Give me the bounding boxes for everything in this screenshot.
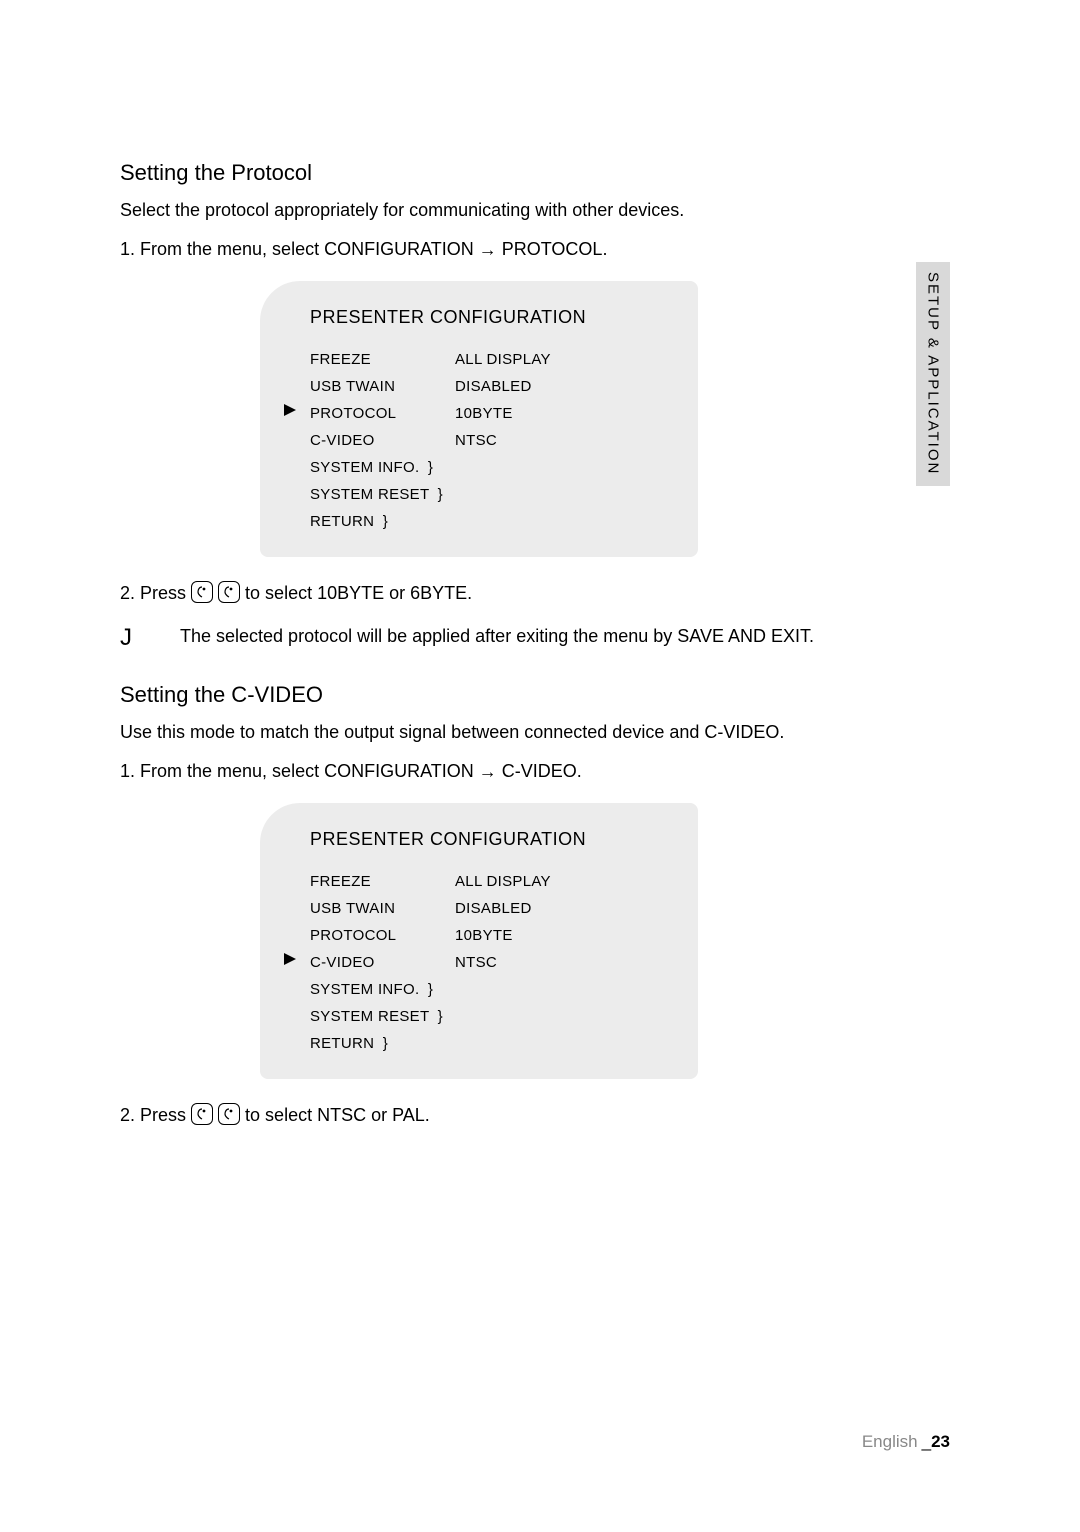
menu-value: [455, 513, 668, 530]
menu-label: SYSTEM INFO. }: [310, 459, 455, 476]
menu-screenshot-cvideo: PRESENTER CONFIGURATION FREEZEALL DISPLA…: [260, 803, 910, 1079]
menu-value: 10BYTE: [455, 405, 668, 422]
menu-row: SYSTEM RESET }: [310, 1003, 668, 1030]
menu-screenshot-protocol: PRESENTER CONFIGURATION FREEZEALL DISPLA…: [260, 281, 910, 557]
selection-pointer-icon: [282, 402, 298, 418]
menu-title: PRESENTER CONFIGURATION: [310, 307, 668, 328]
cvideo-step-2: 2. Press to select NTSC or PAL.: [120, 1103, 910, 1128]
direction-key-icon: [191, 581, 213, 603]
menu-value: [455, 1008, 668, 1025]
arrow-right-icon: →: [479, 240, 497, 260]
direction-key-icon: [218, 1103, 240, 1125]
note-text: The selected protocol will be applied af…: [180, 624, 814, 649]
menu-row: C-VIDEONTSC: [310, 949, 668, 976]
menu-label: USB TWAIN: [310, 378, 455, 395]
menu-row: RETURN }: [310, 1030, 668, 1057]
menu-row: USB TWAINDISABLED: [310, 895, 668, 922]
menu-label: RETURN }: [310, 1035, 455, 1052]
menu-row: FREEZEALL DISPLAY: [310, 868, 668, 895]
menu-label: SYSTEM INFO. }: [310, 981, 455, 998]
menu-row: PROTOCOL10BYTE: [310, 922, 668, 949]
heading-cvideo: Setting the C-VIDEO: [120, 682, 910, 708]
menu-value: [455, 459, 668, 476]
menu-row: PROTOCOL10BYTE: [310, 400, 668, 427]
menu-value: ALL DISPLAY: [455, 873, 668, 890]
menu-value: ALL DISPLAY: [455, 351, 668, 368]
page-footer: English_23: [862, 1432, 950, 1452]
menu-box: PRESENTER CONFIGURATION FREEZEALL DISPLA…: [260, 803, 698, 1079]
menu-row: SYSTEM RESET }: [310, 481, 668, 508]
menu-row: SYSTEM INFO. }: [310, 454, 668, 481]
direction-key-icon: [218, 581, 240, 603]
menu-row: USB TWAINDISABLED: [310, 373, 668, 400]
step-text: C-VIDEO.: [497, 761, 582, 781]
note-row: J The selected protocol will be applied …: [120, 624, 910, 652]
intro-cvideo: Use this mode to match the output signal…: [120, 720, 910, 745]
menu-label: FREEZE: [310, 873, 455, 890]
menu-row: FREEZEALL DISPLAY: [310, 346, 668, 373]
menu-label: C-VIDEO: [310, 432, 455, 449]
arrow-right-icon: →: [479, 762, 497, 782]
menu-row: C-VIDEONTSC: [310, 427, 668, 454]
menu-label: PROTOCOL: [310, 405, 455, 422]
step-text: to select NTSC or PAL.: [240, 1105, 430, 1125]
menu-label: RETURN }: [310, 513, 455, 530]
protocol-step-2: 2. Press to select 10BYTE or 6BYTE.: [120, 581, 910, 606]
section-tab-label: SETUP & APPLICATION: [925, 272, 942, 475]
cvideo-step-1: 1. From the menu, select CONFIGURATION →…: [120, 759, 910, 785]
menu-row: SYSTEM INFO. }: [310, 976, 668, 1003]
step-text: to select 10BYTE or 6BYTE.: [240, 583, 472, 603]
note-icon: J: [120, 624, 140, 652]
menu-value: 10BYTE: [455, 927, 668, 944]
menu-label: FREEZE: [310, 351, 455, 368]
menu-value: [455, 1035, 668, 1052]
footer-page-number: 23: [931, 1432, 950, 1451]
menu-label: SYSTEM RESET }: [310, 1008, 455, 1025]
step-text: 1. From the menu, select CONFIGURATION: [120, 239, 479, 259]
step-text: PROTOCOL.: [497, 239, 608, 259]
heading-protocol: Setting the Protocol: [120, 160, 910, 186]
page-content: Setting the Protocol Select the protocol…: [120, 160, 910, 1146]
menu-label: USB TWAIN: [310, 900, 455, 917]
selection-pointer-icon: [282, 951, 298, 967]
menu-title: PRESENTER CONFIGURATION: [310, 829, 668, 850]
menu-label: PROTOCOL: [310, 927, 455, 944]
section-tab: SETUP & APPLICATION: [916, 262, 950, 486]
intro-protocol: Select the protocol appropriately for co…: [120, 198, 910, 223]
step-text: 2. Press: [120, 583, 191, 603]
menu-value: NTSC: [455, 432, 668, 449]
direction-key-icon: [191, 1103, 213, 1125]
step-text: 1. From the menu, select CONFIGURATION: [120, 761, 479, 781]
menu-box: PRESENTER CONFIGURATION FREEZEALL DISPLA…: [260, 281, 698, 557]
step-text: 2. Press: [120, 1105, 191, 1125]
menu-label: C-VIDEO: [310, 954, 455, 971]
menu-value: [455, 981, 668, 998]
menu-label: SYSTEM RESET }: [310, 486, 455, 503]
footer-sep: _: [922, 1432, 931, 1451]
protocol-step-1: 1. From the menu, select CONFIGURATION →…: [120, 237, 910, 263]
menu-value: [455, 486, 668, 503]
menu-row: RETURN }: [310, 508, 668, 535]
footer-language: English: [862, 1432, 918, 1451]
menu-value: NTSC: [455, 954, 668, 971]
menu-value: DISABLED: [455, 900, 668, 917]
menu-value: DISABLED: [455, 378, 668, 395]
